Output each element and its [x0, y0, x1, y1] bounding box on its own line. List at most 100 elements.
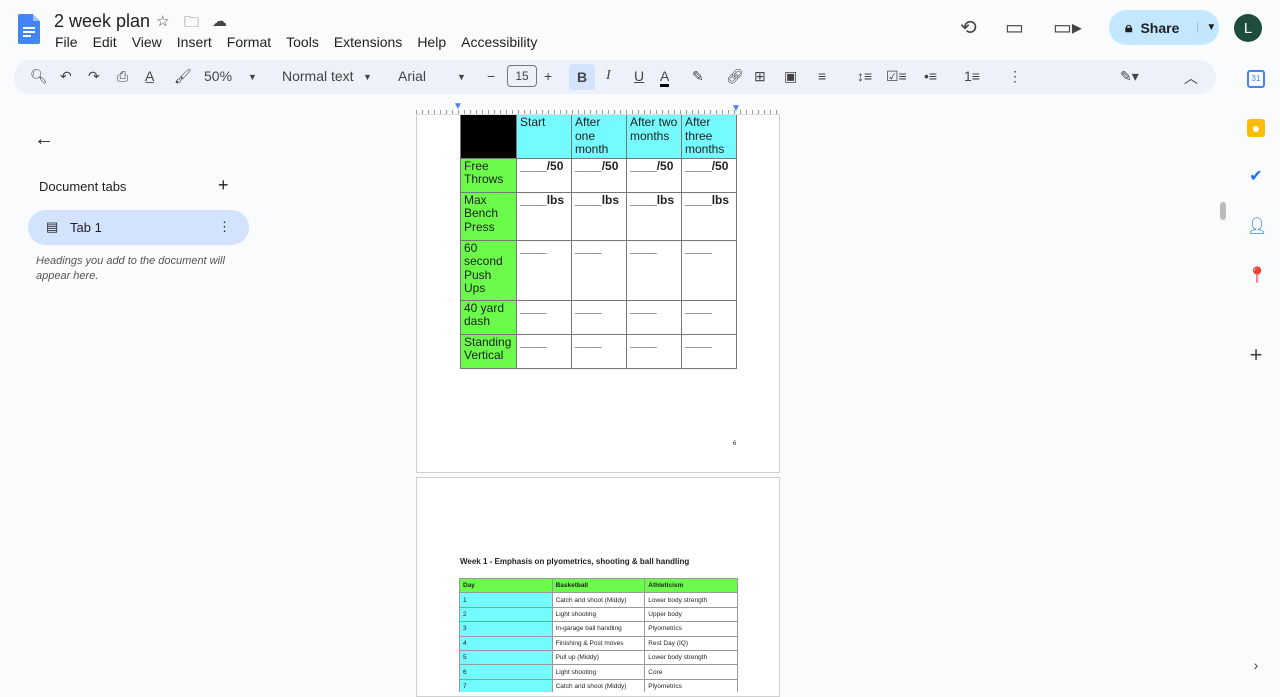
ruler[interactable]: ▼ ▼	[416, 101, 780, 115]
table-cell[interactable]: 6	[459, 664, 553, 680]
highlight-icon[interactable]: ✎	[692, 68, 704, 85]
table-cell[interactable]: Lower body strength	[644, 649, 738, 666]
table-cell[interactable]: ____	[626, 239, 682, 301]
share-button[interactable]: 🔒︎ Share ▼	[1109, 10, 1219, 45]
table-cell[interactable]: ____	[571, 299, 627, 335]
undo-icon[interactable]: ↶	[60, 68, 72, 85]
meet-video-icon[interactable]: ▭▸	[1053, 15, 1082, 40]
editing-mode-icon[interactable]: ✎▾	[1120, 68, 1139, 85]
insert-image-icon[interactable]: ▣	[784, 68, 797, 85]
table-cell[interactable]: 5	[459, 649, 553, 666]
header-cell[interactable]: Basketball	[551, 577, 646, 594]
comments-icon[interactable]: ▭	[1005, 15, 1024, 40]
menu-insert[interactable]: Insert	[177, 34, 212, 50]
share-dropdown-icon[interactable]: ▼	[1197, 22, 1216, 33]
right-indent-marker-icon[interactable]: ▼	[731, 103, 741, 114]
sidebar-item-tab-1[interactable]: ▤ Tab 1 ⋮	[28, 210, 249, 245]
table-cell[interactable]: ____	[571, 239, 627, 301]
paint-format-icon[interactable]: 🖌︎	[174, 68, 192, 85]
font-size-input[interactable]: 15	[507, 65, 537, 87]
search-menus-icon[interactable]: 🔍︎	[30, 68, 48, 85]
row-label[interactable]: Standing Vertical	[460, 333, 517, 369]
header-cell[interactable]: After two months	[626, 115, 682, 159]
table-cell[interactable]: ____	[516, 299, 572, 335]
table-cell[interactable]: In-garage ball handling	[551, 621, 646, 637]
table-cell[interactable]: ____	[516, 333, 572, 369]
row-label[interactable]: 40 yard dash	[460, 299, 517, 335]
table-cell[interactable]: 1	[459, 592, 553, 608]
italic-button[interactable]: I	[606, 68, 611, 84]
menu-view[interactable]: View	[132, 34, 162, 50]
tab-options-icon[interactable]: ⋮	[218, 219, 231, 235]
table-cell[interactable]: ____	[516, 239, 572, 301]
link-icon[interactable]: 🔗︎	[726, 68, 744, 85]
header-cell[interactable]: After three months	[681, 115, 737, 159]
tasks-icon[interactable]: ✔	[1247, 168, 1265, 186]
row-label[interactable]: 60 second Push Ups	[460, 239, 517, 301]
left-indent-marker-icon[interactable]: ▼	[453, 101, 463, 112]
style-select[interactable]: Normal text	[282, 68, 354, 84]
menu-accessibility[interactable]: Accessibility	[461, 34, 537, 50]
contacts-icon[interactable]: 👤︎	[1247, 218, 1267, 236]
menu-edit[interactable]: Edit	[93, 34, 117, 50]
font-select[interactable]: Arial	[398, 68, 426, 84]
table-cell[interactable]: Lower body strength	[644, 592, 738, 608]
maps-icon[interactable]: 📍︎	[1247, 267, 1267, 285]
menu-help[interactable]: Help	[417, 34, 446, 50]
table-cell[interactable]: ____/50	[516, 157, 572, 193]
table-cell[interactable]: ____	[626, 333, 682, 369]
table-cell[interactable]: Catch and shoot (Middy)	[551, 592, 646, 608]
table-cell[interactable]: ____	[681, 239, 737, 301]
print-icon[interactable]: ⎙	[117, 68, 128, 85]
show-side-panel-icon[interactable]: ›	[1247, 656, 1265, 674]
table-cell[interactable]: ____lbs	[681, 191, 737, 241]
table-cell[interactable]: Light shooting	[551, 606, 646, 623]
table-cell[interactable]: Upper body	[644, 606, 738, 623]
table-cell[interactable]: ____	[681, 299, 737, 335]
table-cell[interactable]: Light shooting	[551, 664, 646, 680]
keep-icon[interactable]: ●	[1247, 119, 1265, 137]
align-icon[interactable]: ≡	[818, 68, 826, 84]
scrollbar-thumb[interactable]	[1220, 202, 1226, 220]
table-cell[interactable]: 3	[459, 621, 553, 637]
header-cell[interactable]	[460, 115, 517, 159]
header-cell[interactable]: After one month	[571, 115, 627, 159]
get-add-ons-icon[interactable]: +	[1247, 344, 1265, 366]
table-cell[interactable]: Plyometrics	[644, 678, 738, 692]
header-cell[interactable]: Athleticism	[644, 577, 738, 594]
spellcheck-icon[interactable]: A̲	[145, 68, 154, 84]
add-comment-icon[interactable]: ⊞	[754, 68, 766, 85]
table-cell[interactable]: ____	[626, 299, 682, 335]
add-tab-icon[interactable]: +	[218, 175, 229, 196]
table-cell[interactable]: ____lbs	[571, 191, 627, 241]
zoom-select[interactable]: 50%	[204, 68, 232, 84]
font-dropdown-icon[interactable]: ▼	[457, 72, 466, 82]
table-cell[interactable]: Catch and shoot (Middy)	[551, 678, 646, 692]
table-cell[interactable]: Core	[644, 664, 738, 680]
table-cell[interactable]: ____lbs	[516, 191, 572, 241]
table-cell[interactable]: Rest Day (IQ)	[644, 635, 738, 651]
table-cell[interactable]: ____/50	[571, 157, 627, 193]
table-cell[interactable]: 2	[459, 606, 553, 623]
redo-icon[interactable]: ↷	[88, 68, 100, 85]
row-label[interactable]: Free Throws	[460, 157, 517, 193]
menu-tools[interactable]: Tools	[286, 34, 319, 50]
row-label[interactable]: Max Bench Press	[460, 191, 517, 241]
text-color-icon[interactable]: A	[660, 68, 670, 87]
table-cell[interactable]: Finishing & Post moves	[551, 635, 646, 651]
table-cell[interactable]: ____lbs	[626, 191, 682, 241]
bulleted-list-icon[interactable]: •≡	[924, 68, 937, 84]
calendar-icon[interactable]: 31	[1247, 70, 1265, 88]
table-cell[interactable]: 4	[459, 635, 553, 651]
line-spacing-icon[interactable]: ↕≡	[857, 68, 872, 84]
table-cell[interactable]: ____	[571, 333, 627, 369]
bold-button[interactable]: B	[569, 64, 595, 90]
increase-font-size-icon[interactable]: +	[544, 68, 552, 84]
menu-file[interactable]: File	[55, 34, 78, 50]
star-icon[interactable]: ☆	[156, 12, 169, 30]
header-cell[interactable]: Day	[459, 577, 553, 594]
table-cell[interactable]: 7	[459, 678, 553, 692]
underline-button[interactable]: U	[634, 68, 644, 84]
version-history-icon[interactable]: ⟲	[960, 15, 977, 40]
decrease-font-size-icon[interactable]: −	[487, 68, 495, 84]
